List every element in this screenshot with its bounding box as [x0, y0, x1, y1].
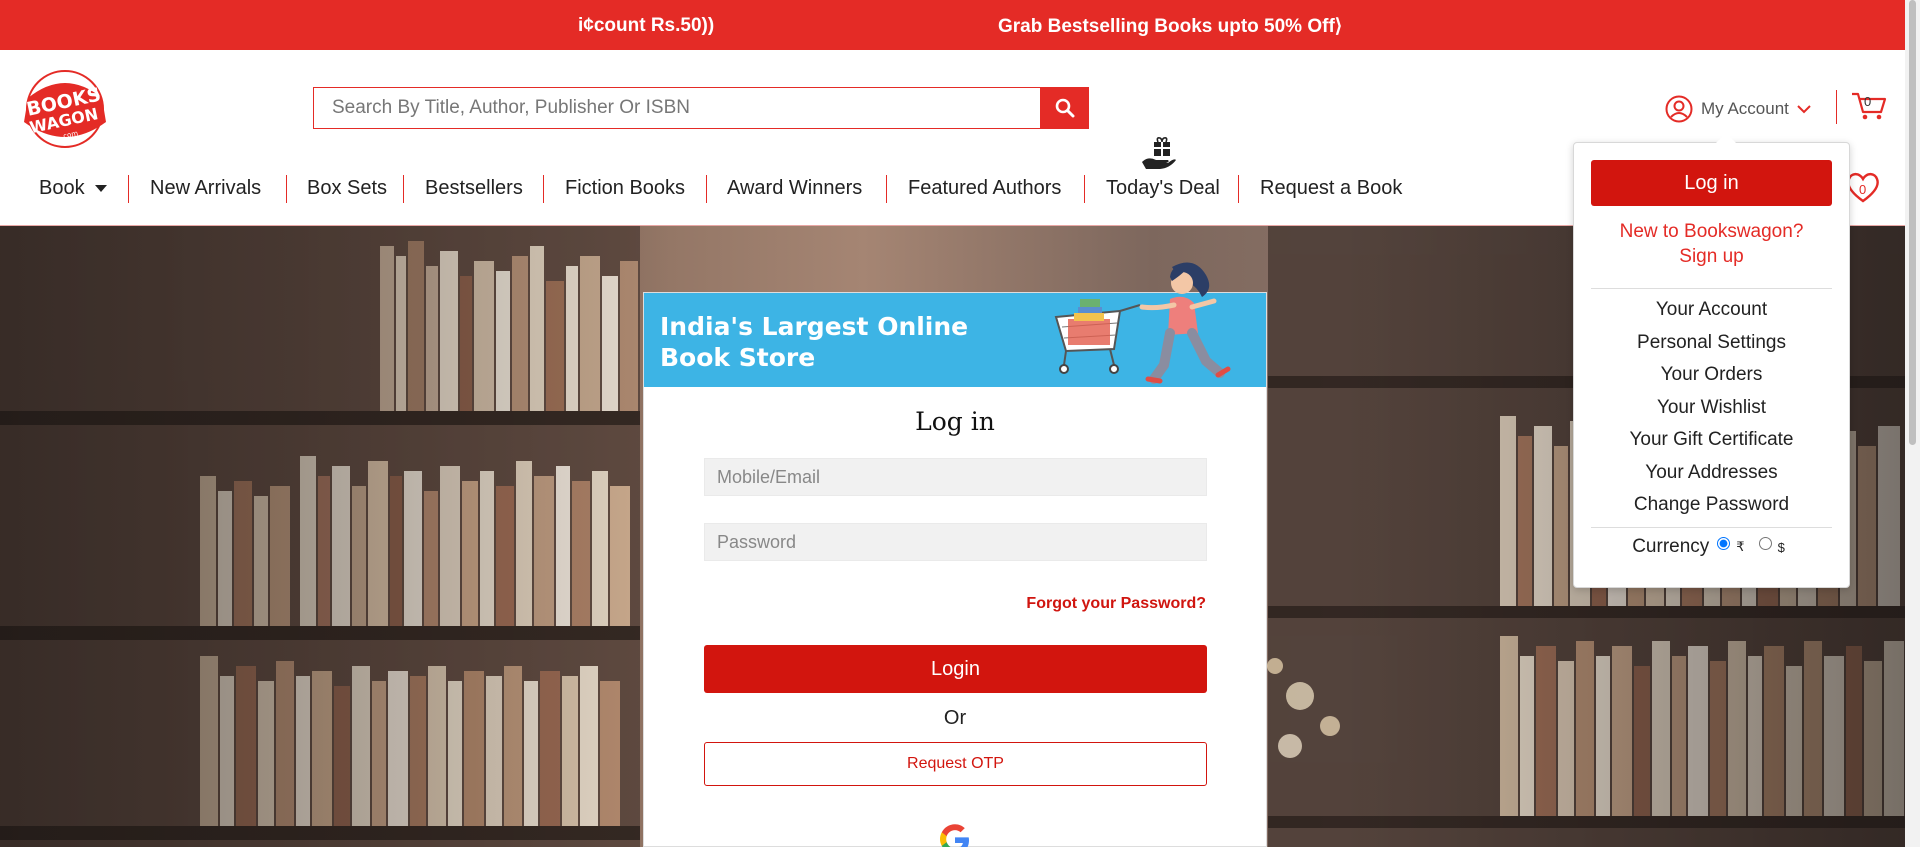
- nav-item-bestsellers[interactable]: Bestsellers: [425, 170, 523, 206]
- my-account-label: My Account: [1701, 99, 1789, 118]
- currency-symbol-inr: ₹: [1736, 539, 1745, 554]
- bookswagon-logo[interactable]: BOOKS WAGON .com: [20, 70, 110, 148]
- account-dropdown: Log in New to Bookswagon? Sign up Your A…: [1573, 133, 1850, 588]
- dropdown-divider: [1591, 288, 1832, 289]
- menu-item-your-orders[interactable]: Your Orders: [1574, 364, 1849, 386]
- cart-count: 0: [1864, 94, 1872, 109]
- nav-item-label: Featured Authors: [908, 176, 1062, 199]
- currency-label: Currency: [1632, 536, 1710, 557]
- chevron-down-icon: [1797, 105, 1811, 114]
- search-bar: [313, 87, 1089, 129]
- forgot-password-link[interactable]: Forgot your Password?: [1026, 595, 1206, 613]
- store-banner: India's Largest Online Book Store: [644, 262, 1266, 387]
- nav-divider: [403, 175, 404, 203]
- header-divider: [1836, 90, 1837, 124]
- menu-item-your-addresses[interactable]: Your Addresses: [1574, 462, 1849, 484]
- nav-item-label: Fiction Books: [565, 176, 686, 199]
- nav-item-award-winners[interactable]: Award Winners: [727, 170, 862, 206]
- banner-line-1: India's Largest Online: [660, 312, 969, 341]
- menu-item-your-account[interactable]: Your Account: [1574, 299, 1849, 321]
- announcement-right-text[interactable]: Grab Bestselling Books upto 50% Off⟩: [998, 15, 1342, 38]
- login-title: Log in: [915, 407, 995, 436]
- currency-radio-inr[interactable]: [1717, 536, 1731, 550]
- nav-divider: [1238, 175, 1239, 203]
- dropdown-pointer: [1716, 133, 1736, 143]
- mobile-email-field[interactable]: [704, 458, 1207, 496]
- nav-item-todays-deal[interactable]: Today's Deal: [1106, 170, 1220, 206]
- nav-item-new-arrivals[interactable]: New Arrivals: [150, 170, 261, 206]
- login-button[interactable]: Login: [704, 645, 1207, 693]
- new-to-bookswagon-text[interactable]: New to Bookswagon?: [1574, 219, 1849, 244]
- nav-divider: [128, 175, 129, 203]
- password-field[interactable]: [704, 523, 1207, 561]
- nav-item-book[interactable]: Book: [39, 170, 107, 206]
- announcement-left-text[interactable]: i¢count Rs.50)): [578, 15, 714, 37]
- nav-item-label: Award Winners: [727, 176, 863, 199]
- nav-item-label: Box Sets: [307, 176, 388, 199]
- menu-item-personal-settings[interactable]: Personal Settings: [1574, 332, 1849, 354]
- request-otp-button[interactable]: Request OTP: [704, 742, 1207, 786]
- search-icon: [1055, 98, 1074, 118]
- nav-divider: [286, 175, 287, 203]
- wishlist-count: 0: [1859, 182, 1867, 197]
- search-input[interactable]: [313, 87, 1041, 129]
- nav-item-box-sets[interactable]: Box Sets: [307, 170, 387, 206]
- caret-down-icon: [94, 184, 107, 192]
- signup-prompt[interactable]: New to Bookswagon? Sign up: [1574, 219, 1849, 269]
- menu-item-your-gift-certificate[interactable]: Your Gift Certificate: [1574, 429, 1849, 451]
- menu-item-change-password[interactable]: Change Password: [1574, 494, 1849, 516]
- banner-text: India's Largest Online Book Store: [660, 311, 968, 373]
- gift-icon: [1142, 137, 1176, 169]
- user-circle-icon: [1665, 95, 1693, 123]
- nav-item-fiction-books[interactable]: Fiction Books: [565, 170, 685, 206]
- nav-item-featured-authors[interactable]: Featured Authors: [908, 170, 1061, 206]
- nav-item-label: New Arrivals: [150, 176, 262, 199]
- my-account-menu[interactable]: My Account: [1665, 93, 1811, 125]
- banner-line-2: Book Store: [660, 343, 816, 372]
- page-scrollbar[interactable]: [1905, 0, 1920, 847]
- dropdown-login-button[interactable]: Log in: [1591, 160, 1832, 206]
- scrollbar-thumb[interactable]: [1909, 0, 1916, 445]
- login-card: India's Largest Online Book Store Log in…: [643, 262, 1267, 847]
- nav-divider: [1084, 175, 1085, 203]
- shopping-cart-girl-illustration: [1054, 262, 1231, 384]
- nav-divider: [706, 175, 707, 203]
- nav-item-request-a-book[interactable]: Request a Book: [1260, 170, 1402, 206]
- nav-item-label: Today's Deal: [1106, 176, 1220, 199]
- signup-link[interactable]: Sign up: [1574, 244, 1849, 269]
- nav-item-label: Book: [39, 176, 85, 199]
- google-icon[interactable]: [938, 823, 972, 847]
- menu-item-your-wishlist[interactable]: Your Wishlist: [1574, 397, 1849, 419]
- currency-radio-usd[interactable]: [1758, 536, 1772, 550]
- or-separator: Or: [943, 707, 967, 729]
- currency-selector: Currency ₹ $: [1574, 536, 1849, 558]
- nav-item-label: Request a Book: [1260, 176, 1403, 199]
- nav-item-label: Bestsellers: [425, 176, 523, 199]
- currency-symbol-usd: $: [1777, 539, 1785, 555]
- announcement-bar: i¢count Rs.50)) Grab Bestselling Books u…: [0, 0, 1920, 50]
- nav-divider: [886, 175, 887, 203]
- nav-divider: [543, 175, 544, 203]
- search-button[interactable]: [1040, 87, 1089, 129]
- dropdown-divider: [1591, 527, 1832, 528]
